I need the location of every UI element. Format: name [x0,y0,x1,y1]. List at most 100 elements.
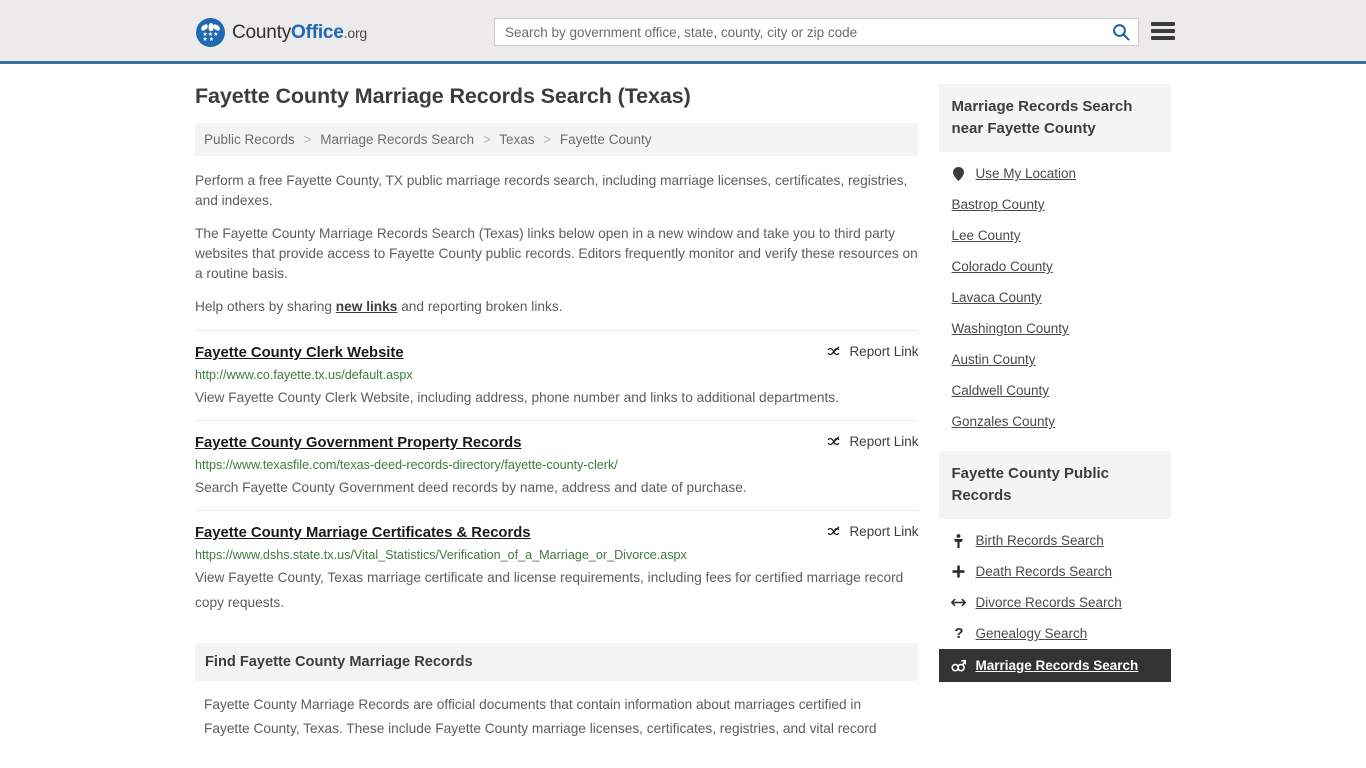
sidebar-item-gonzales-county[interactable]: Gonzales County [939,406,1171,437]
result-title-link[interactable]: Fayette County Marriage Certificates & R… [195,523,531,543]
sidebar-item-label: Washington County [951,321,1069,336]
list-item: Lee County [939,220,1171,251]
report-link-label: Report Link [849,434,919,449]
sidebar-item-bastrop-county[interactable]: Bastrop County [939,189,1171,220]
sidebar-item-death-records-search[interactable]: Death Records Search [939,556,1171,587]
share-text-before: Help others by sharing [195,299,336,314]
result-url: https://www.dshs.state.tx.us/Vital_Stati… [195,548,687,562]
main-column: Fayette County Marriage Records Search (… [195,84,919,741]
public-records-heading: Fayette County Public Records [939,451,1171,519]
result-description: View Fayette County Clerk Website, inclu… [195,390,839,405]
public-records-panel: Fayette County Public Records Birth Reco… [939,451,1171,682]
breadcrumb-item-fayette-county[interactable]: Fayette County [560,132,652,147]
page-body: Fayette County Marriage Records Search (… [0,64,1366,741]
breadcrumb-item-public-records[interactable]: Public Records [204,132,295,147]
list-item: ? Genealogy Search [939,618,1171,649]
sidebar-item-use-my-location[interactable]: Use My Location [939,158,1171,189]
result-item: Fayette County Marriage Certificates & R… [195,510,919,625]
share-text-after: and reporting broken links. [397,299,563,314]
report-link-button[interactable]: Report Link [826,433,918,449]
search-input[interactable] [495,19,1104,45]
sidebar-item-label: Caldwell County [951,383,1050,398]
list-item: Bastrop County [939,189,1171,220]
sidebar-item-label: Use My Location [975,166,1077,181]
intro-paragraph-2: The Fayette County Marriage Records Sear… [195,226,918,281]
arrows-apart-icon [951,597,967,608]
result-title-link[interactable]: Fayette County Clerk Website [195,343,404,363]
broken-link-icon [828,346,840,356]
intro-paragraph-3: Help others by sharing new links and rep… [195,297,918,317]
sidebar-item-marriage-records-search[interactable]: Marriage Records Search [939,649,1171,682]
result-item: Fayette County Clerk Website Report Link… [195,330,919,420]
question-mark-icon: ? [954,625,964,642]
male-female-icon [951,659,967,673]
search-icon [1113,24,1130,41]
list-item: Caldwell County [939,375,1171,406]
site-logo-link[interactable]: ★★★ ★★ CountyOffice.org [196,18,367,47]
sidebar-item-caldwell-county[interactable]: Caldwell County [939,375,1171,406]
sidebar-item-label: Colorado County [951,259,1053,274]
search-bar[interactable] [494,18,1139,46]
nearby-counties-panel: Marriage Records Search near Fayette Cou… [939,84,1171,437]
report-link-label: Report Link [849,524,919,539]
sidebar-item-label: Gonzales County [951,414,1056,429]
breadcrumb: Public Records > Marriage Records Search… [195,123,919,156]
sidebar-item-label: Genealogy Search [975,626,1088,641]
sidebar-item-label: Divorce Records Search [975,595,1122,610]
list-item: Colorado County [939,251,1171,282]
report-link-label: Report Link [849,344,919,359]
search-button[interactable] [1104,19,1138,45]
list-item: Death Records Search [939,556,1171,587]
breadcrumb-separator: > [482,132,491,147]
find-records-body: Fayette County Marriage Records are offi… [204,697,877,736]
result-url: https://www.texasfile.com/texas-deed-rec… [195,458,618,472]
sidebar: Marriage Records Search near Fayette Cou… [939,84,1171,741]
sidebar-item-washington-county[interactable]: Washington County [939,313,1171,344]
sidebar-item-label: Austin County [951,352,1036,367]
broken-link-icon [828,436,840,446]
hamburger-menu-icon[interactable] [1151,20,1175,42]
list-item: Lavaca County [939,282,1171,313]
find-records-heading: Find Fayette County Marriage Records [195,643,919,681]
map-pin-icon [951,166,966,181]
nearby-counties-heading: Marriage Records Search near Fayette Cou… [939,84,1171,152]
cross-icon [951,565,966,578]
result-url: http://www.co.fayette.tx.us/default.aspx [195,368,413,382]
sidebar-item-genealogy-search[interactable]: ? Genealogy Search [939,618,1171,649]
sidebar-item-divorce-records-search[interactable]: Divorce Records Search [939,587,1171,618]
brand-tld: .org [343,24,368,41]
sidebar-item-label: Birth Records Search [975,533,1104,548]
breadcrumb-item-marriage-records-search[interactable]: Marriage Records Search [320,132,474,147]
sidebar-item-label: Death Records Search [975,564,1113,579]
breadcrumb-separator: > [543,132,552,147]
list-item: Use My Location [939,158,1171,189]
sidebar-item-label: Lavaca County [951,290,1042,305]
stars-icon: ★★★ ★★ [202,32,219,43]
sidebar-item-birth-records-search[interactable]: Birth Records Search [939,525,1171,556]
result-title-link[interactable]: Fayette County Government Property Recor… [195,433,521,453]
new-links-link[interactable]: new links [336,299,398,314]
brand-part1: County [232,21,292,43]
list-item: Austin County [939,344,1171,375]
site-header: ★★★ ★★ CountyOffice.org [0,0,1366,64]
list-item: Divorce Records Search [939,587,1171,618]
breadcrumb-item-texas[interactable]: Texas [499,132,534,147]
brand-wordmark: CountyOffice.org [232,22,367,44]
breadcrumb-separator: > [303,132,312,147]
sidebar-item-colorado-county[interactable]: Colorado County [939,251,1171,282]
sidebar-item-label: Lee County [951,228,1021,243]
intro-paragraph-1: Perform a free Fayette County, TX public… [195,173,908,208]
report-link-button[interactable]: Report Link [826,523,918,539]
list-item: Washington County [939,313,1171,344]
sidebar-item-lee-county[interactable]: Lee County [939,220,1171,251]
list-item: Birth Records Search [939,525,1171,556]
report-link-button[interactable]: Report Link [826,343,918,359]
sidebar-item-austin-county[interactable]: Austin County [939,344,1171,375]
eagle-icon [201,23,220,32]
baby-icon [951,533,966,548]
result-item: Fayette County Government Property Recor… [195,420,919,510]
list-item: Marriage Records Search [939,649,1171,682]
sidebar-item-lavaca-county[interactable]: Lavaca County [939,282,1171,313]
result-description: View Fayette County, Texas marriage cert… [195,570,904,610]
sidebar-item-label: Marriage Records Search [975,658,1139,673]
